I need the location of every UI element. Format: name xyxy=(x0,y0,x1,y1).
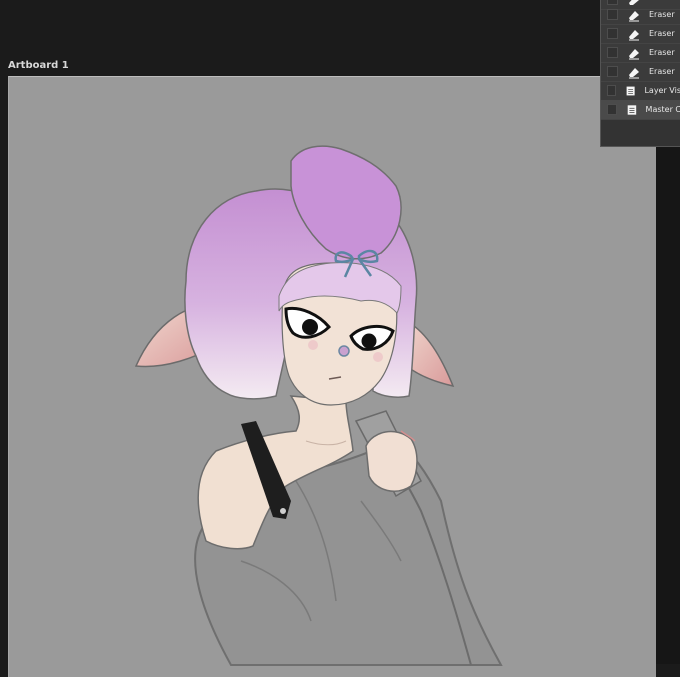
history-item-label: Master C xyxy=(645,105,680,114)
left-cheek-blush xyxy=(308,340,318,350)
scroll-gutter xyxy=(656,76,680,664)
history-item-label: Eraser xyxy=(649,48,675,57)
document-icon xyxy=(627,104,636,115)
history-snapshot-checkbox[interactable] xyxy=(607,47,618,58)
artboard-title: Artboard 1 xyxy=(8,60,69,71)
history-snapshot-checkbox[interactable] xyxy=(607,28,618,39)
history-snapshot-checkbox[interactable] xyxy=(607,104,617,115)
history-item-label: Eraser xyxy=(649,10,675,19)
history-snapshot-checkbox[interactable] xyxy=(607,66,618,77)
history-item[interactable]: Eraser xyxy=(601,24,680,44)
eraser-icon xyxy=(629,29,639,40)
document-icon xyxy=(626,86,635,95)
strap-button xyxy=(280,508,286,514)
history-item-label: Eraser xyxy=(649,29,675,38)
history-item[interactable]: Eraser xyxy=(601,5,680,25)
nose-icon xyxy=(338,345,350,357)
history-item[interactable]: Master C xyxy=(601,100,680,120)
right-cheek-blush xyxy=(373,352,383,362)
history-snapshot-checkbox[interactable] xyxy=(607,85,617,96)
history-item[interactable]: Layer Vis xyxy=(601,81,680,101)
eraser-icon xyxy=(629,48,639,59)
eraser-icon xyxy=(629,67,639,78)
artboard-canvas[interactable] xyxy=(8,76,656,677)
history-item-label: Eraser xyxy=(649,67,675,76)
history-panel: Eraser Eraser Eraser Eraser Layer Vis Ma… xyxy=(600,0,680,147)
character-illustration xyxy=(134,145,503,666)
history-snapshot-checkbox[interactable] xyxy=(607,9,618,20)
history-item[interactable]: Eraser xyxy=(601,62,680,82)
history-item[interactable]: Eraser xyxy=(601,43,680,63)
history-panel-footer xyxy=(601,120,680,146)
history-item-label: Layer Vis xyxy=(644,86,680,95)
eraser-icon xyxy=(629,10,639,21)
